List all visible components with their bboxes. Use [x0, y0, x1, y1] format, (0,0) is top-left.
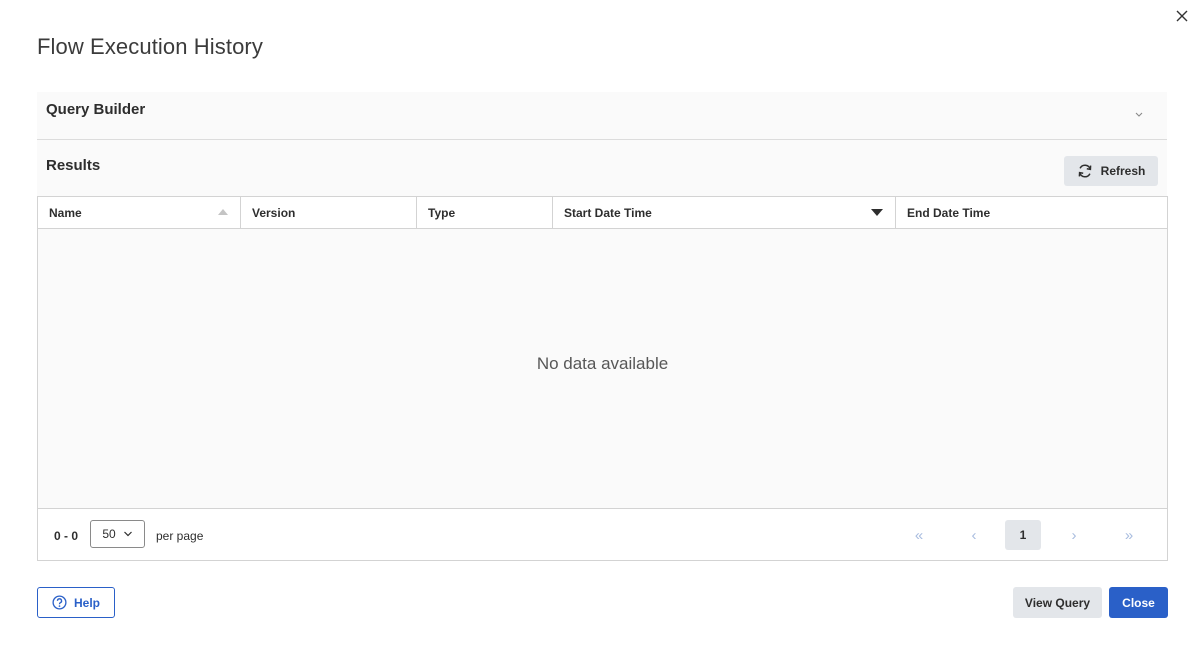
- refresh-label: Refresh: [1100, 164, 1146, 178]
- record-range: 0 - 0: [54, 529, 79, 543]
- results-header: Results Refresh: [37, 140, 1167, 196]
- refresh-button[interactable]: Refresh: [1064, 156, 1158, 186]
- first-page-button[interactable]: «: [901, 520, 937, 550]
- chevron-down-icon[interactable]: [1133, 108, 1145, 120]
- column-header-name[interactable]: Name: [38, 197, 241, 228]
- column-label: End Date Time: [907, 205, 991, 220]
- column-header-type[interactable]: Type: [417, 197, 553, 228]
- previous-page-button[interactable]: ‹: [956, 520, 992, 550]
- column-header-end-date-time[interactable]: End Date Time: [896, 197, 1167, 228]
- next-page-button[interactable]: ›: [1056, 520, 1092, 550]
- sort-descending-icon: [871, 209, 883, 216]
- help-button[interactable]: Help: [37, 587, 115, 618]
- refresh-icon: [1078, 164, 1092, 178]
- double-chevron-right-icon: »: [1124, 526, 1134, 544]
- column-label: Version: [252, 205, 296, 220]
- table-body: No data available: [38, 229, 1167, 509]
- page-number: 1: [1019, 528, 1027, 542]
- page-number-button[interactable]: 1: [1005, 520, 1041, 550]
- column-label: Start Date Time: [564, 205, 652, 220]
- pagination-bar: 0 - 0 50 per page « ‹ 1 › »: [38, 509, 1167, 560]
- results-label: Results: [46, 157, 101, 174]
- query-builder-panel[interactable]: Query Builder: [37, 92, 1167, 140]
- table-header: Name Version Type Start Date Time End Da…: [38, 197, 1167, 229]
- help-icon: [52, 595, 67, 610]
- empty-message: No data available: [536, 354, 669, 373]
- chevron-left-icon: ‹: [971, 526, 977, 544]
- help-label: Help: [73, 595, 100, 610]
- dialog-close-icon[interactable]: [1172, 6, 1192, 26]
- per-page-label: per page: [156, 529, 204, 543]
- page-size-select[interactable]: 50: [90, 520, 145, 548]
- column-header-start-date-time[interactable]: Start Date Time: [553, 197, 896, 228]
- double-chevron-left-icon: «: [914, 526, 924, 544]
- view-query-button[interactable]: View Query: [1013, 587, 1102, 618]
- dialog-title: Flow Execution History: [37, 34, 263, 59]
- query-builder-label: Query Builder: [46, 101, 146, 118]
- column-label: Name: [49, 205, 82, 220]
- column-header-version[interactable]: Version: [241, 197, 417, 228]
- close-button[interactable]: Close: [1109, 587, 1168, 618]
- column-label: Type: [428, 205, 456, 220]
- chevron-right-icon: ›: [1071, 526, 1077, 544]
- last-page-button[interactable]: »: [1111, 520, 1147, 550]
- page-size-value: 50: [102, 527, 116, 541]
- sort-ascending-icon: [218, 209, 228, 215]
- results-table: Name Version Type Start Date Time End Da…: [37, 196, 1168, 561]
- chevron-down-icon: [123, 531, 132, 537]
